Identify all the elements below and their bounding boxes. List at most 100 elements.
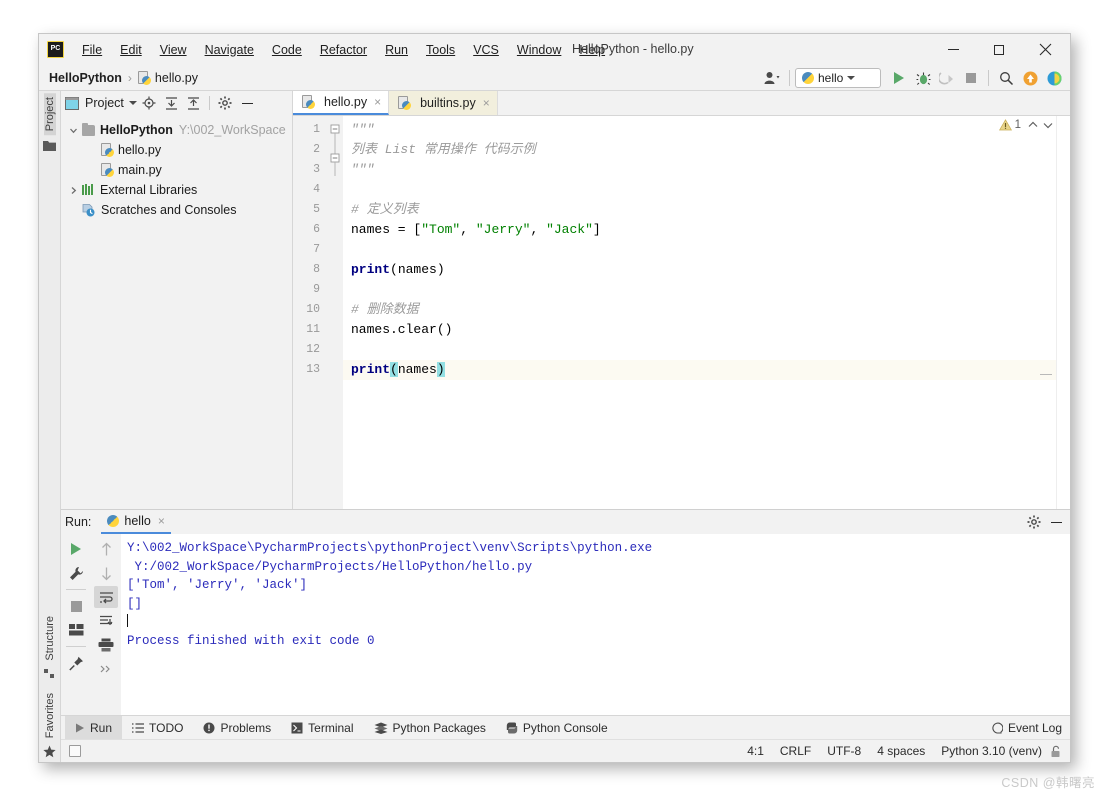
run-actions-column-right — [91, 534, 121, 715]
code-line-13: print(names) — [343, 360, 1070, 380]
code-content[interactable]: """ 列表 List 常用操作 代码示例 """ # 定义列表 names =… — [343, 116, 1070, 509]
search-everywhere-button[interactable] — [994, 66, 1018, 90]
chevron-expanded-icon[interactable] — [69, 126, 82, 135]
python-interpreter[interactable]: Python 3.10 (venv) — [941, 744, 1042, 758]
tree-label: Scratches and Consoles — [101, 203, 237, 217]
event-log-icon — [991, 722, 1003, 734]
menu-tools[interactable]: Tools — [417, 40, 464, 60]
stripe-button-structure[interactable]: Structure — [44, 612, 56, 665]
next-problem-icon[interactable] — [1042, 120, 1054, 130]
tool-button-python-packages[interactable]: Python Packages — [364, 716, 496, 740]
tool-button-python-console[interactable]: Python Console — [496, 716, 618, 740]
tool-button-problems[interactable]: Problems — [193, 716, 281, 740]
run-panel-body: Y:\002_WorkSpace\PycharmProjects\pythonP… — [61, 534, 1070, 715]
tree-node-main-py[interactable]: main.py — [61, 160, 292, 180]
close-tab-icon[interactable]: × — [483, 96, 490, 110]
breadcrumb-file[interactable]: hello.py — [155, 71, 198, 85]
menu-navigate[interactable]: Navigate — [196, 40, 263, 60]
todo-icon — [132, 722, 145, 733]
menu-run[interactable]: Run — [376, 40, 417, 60]
stop-button[interactable] — [959, 66, 983, 90]
window-minimize-button[interactable] — [930, 34, 976, 65]
menu-vcs[interactable]: VCS — [464, 40, 508, 60]
tree-node-hello-py[interactable]: hello.py — [61, 140, 292, 160]
menu-code[interactable]: Code — [263, 40, 311, 60]
pin-tab-button[interactable] — [64, 652, 88, 674]
chevron-down-icon[interactable] — [128, 101, 137, 105]
lock-icon[interactable] — [1050, 745, 1062, 758]
error-stripe-scrollbar[interactable] — [1056, 116, 1070, 509]
tree-node-scratches[interactable]: Scratches and Consoles — [61, 200, 292, 220]
debug-button[interactable] — [911, 66, 935, 90]
scroll-to-end-button[interactable] — [94, 610, 118, 632]
menu-window[interactable]: Window — [508, 40, 570, 60]
update-project-button[interactable] — [1018, 66, 1042, 90]
run-console-output[interactable]: Y:\002_WorkSpace\PycharmProjects\pythonP… — [121, 534, 1070, 715]
memory-indicator[interactable] — [69, 745, 81, 757]
close-tab-icon[interactable]: × — [374, 95, 381, 109]
prev-occurrence-button[interactable] — [94, 538, 118, 560]
menu-refactor[interactable]: Refactor — [311, 40, 376, 60]
intention-bulb-icon[interactable] — [357, 344, 368, 356]
tree-node-hellopython[interactable]: HelloPython Y:\002_WorkSpace — [61, 120, 292, 140]
tab-hello-py[interactable]: hello.py × — [293, 90, 390, 115]
run-config-button[interactable] — [64, 562, 88, 584]
tool-button-terminal[interactable]: Terminal — [281, 716, 363, 740]
tab-builtins-py[interactable]: builtins.py × — [389, 90, 498, 115]
stripe-button-favorites[interactable]: Favorites — [44, 689, 56, 742]
stripe-button-project[interactable]: Project — [43, 93, 56, 136]
print-button[interactable] — [94, 634, 118, 656]
console-line: Process finished with exit code 0 — [127, 633, 375, 648]
down-arrow-icon — [101, 567, 111, 580]
soft-wrap-button[interactable] — [94, 586, 118, 608]
hide-run-panel-button[interactable] — [1047, 513, 1066, 532]
ai-assistant-button[interactable] — [1042, 66, 1066, 90]
code-token-brace: ) — [436, 362, 445, 377]
event-log-button[interactable]: Event Log — [991, 721, 1062, 735]
window-maximize-button[interactable] — [976, 34, 1022, 65]
code-folding-strip[interactable] — [327, 116, 343, 509]
chevron-collapsed-icon[interactable] — [69, 186, 82, 195]
caret-position[interactable]: 4:1 — [747, 744, 764, 758]
breadcrumb-project[interactable]: HelloPython — [49, 71, 122, 85]
tree-node-external-libraries[interactable]: External Libraries — [61, 180, 292, 200]
collapse-all-button[interactable] — [184, 94, 203, 113]
run-configuration-selector[interactable]: hello — [795, 68, 881, 88]
file-encoding[interactable]: UTF-8 — [827, 744, 861, 758]
prev-problem-icon[interactable] — [1027, 120, 1039, 130]
project-panel-title: Project — [85, 96, 124, 110]
coverage-icon — [939, 72, 953, 85]
project-settings-button[interactable] — [216, 94, 235, 113]
menu-view[interactable]: View — [151, 40, 196, 60]
close-run-tab-icon[interactable]: × — [158, 514, 165, 528]
editor-viewport[interactable]: 1 2 3 4 5 6 7 8 9 10 11 12 13 """ 列表 Lis… — [293, 116, 1070, 509]
line-separator[interactable]: CRLF — [780, 744, 811, 758]
main-toolbar: hello — [760, 65, 1066, 91]
run-settings-button[interactable] — [1024, 513, 1043, 532]
run-tab-hello[interactable]: hello × — [101, 510, 171, 534]
menu-edit[interactable]: Edit — [111, 40, 151, 60]
next-occurrence-button[interactable] — [94, 562, 118, 584]
run-button[interactable] — [887, 66, 911, 90]
run-configuration-label: hello — [818, 71, 844, 85]
indent-setting[interactable]: 4 spaces — [877, 744, 925, 758]
tool-button-run[interactable]: Run — [65, 715, 123, 740]
expand-all-button[interactable] — [162, 94, 181, 113]
more-actions-button[interactable] — [94, 658, 118, 680]
user-avatar-icon[interactable] — [760, 66, 784, 90]
locate-file-button[interactable] — [140, 94, 159, 113]
scratches-icon — [82, 203, 96, 217]
menu-file[interactable]: File — [73, 40, 111, 60]
inspection-status-widget[interactable]: 1 — [998, 119, 1054, 131]
rerun-button[interactable] — [64, 538, 88, 560]
navigation-bar: HelloPython › hello.py hello — [39, 65, 1070, 91]
stop-process-button[interactable] — [64, 595, 88, 617]
python-file-icon — [101, 143, 114, 157]
tool-button-todo[interactable]: TODO — [122, 716, 193, 740]
toolbar-divider-2 — [988, 70, 989, 86]
fold-region-icon[interactable] — [327, 120, 343, 180]
layout-button[interactable] — [64, 619, 88, 641]
window-close-button[interactable] — [1022, 34, 1068, 65]
hide-panel-button[interactable] — [238, 94, 257, 113]
run-coverage-button[interactable] — [935, 66, 959, 90]
